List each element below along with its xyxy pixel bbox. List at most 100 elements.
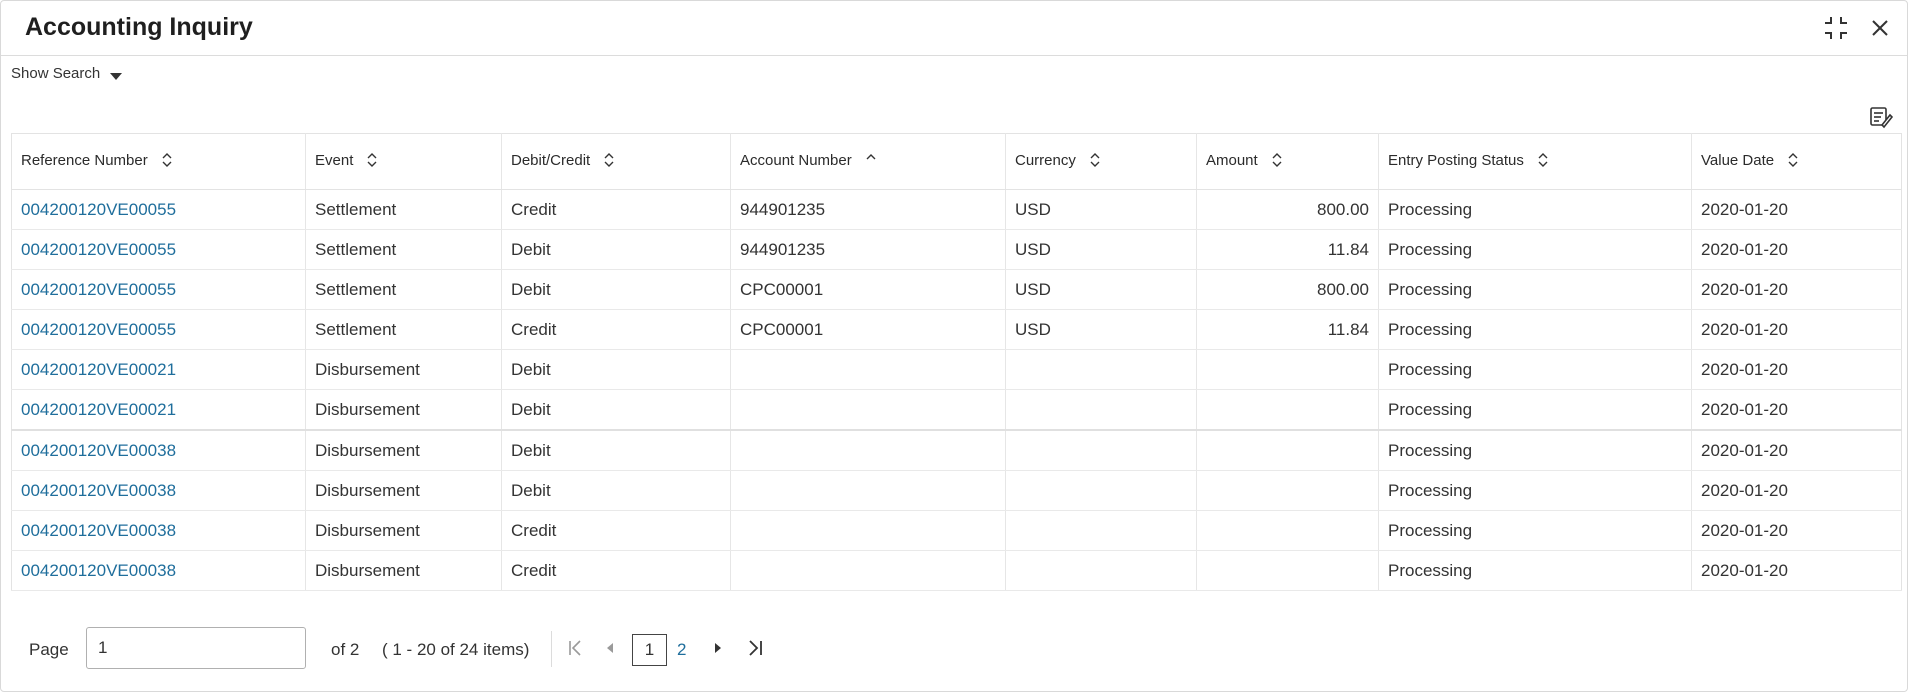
debit-credit-cell: Debit — [501, 229, 731, 270]
column-header-entry-posting-status[interactable]: Entry Posting Status — [1378, 133, 1692, 190]
column-header-debit-credit[interactable]: Debit/Credit — [501, 133, 731, 190]
account-number-cell: CPC00001 — [730, 309, 1006, 350]
event-cell: Settlement — [305, 189, 502, 230]
currency-cell — [1005, 510, 1197, 551]
reference-number-link[interactable]: 004200120VE00055 — [11, 189, 306, 230]
account-number-cell — [730, 389, 1006, 431]
amount-cell — [1196, 550, 1379, 591]
reference-number-link[interactable]: 004200120VE00021 — [11, 389, 306, 431]
reference-number-link[interactable]: 004200120VE00055 — [11, 269, 306, 310]
table-row: 004200120VE00038 Disbursement Debit Proc… — [11, 430, 1902, 471]
table-row: 004200120VE00038 Disbursement Credit Pro… — [11, 510, 1902, 551]
amount-cell — [1196, 389, 1379, 431]
page-number-input[interactable] — [86, 627, 306, 669]
value-date-cell: 2020-01-20 — [1691, 189, 1902, 230]
window-controls — [1823, 15, 1891, 41]
debit-credit-cell: Debit — [501, 269, 731, 310]
reference-number-link[interactable]: 004200120VE00055 — [11, 229, 306, 270]
amount-cell: 11.84 — [1196, 229, 1379, 270]
account-number-cell: 944901235 — [730, 229, 1006, 270]
sort-icon[interactable] — [1788, 152, 1798, 171]
amount-cell: 800.00 — [1196, 269, 1379, 310]
page-1-button[interactable]: 1 — [632, 634, 667, 666]
sort-icon[interactable] — [604, 152, 614, 171]
event-cell: Disbursement — [305, 349, 502, 390]
column-header-reference-number[interactable]: Reference Number — [11, 133, 306, 190]
previous-page-icon[interactable] — [604, 639, 616, 662]
caret-down-icon — [110, 73, 123, 80]
items-range-label: ( 1 - 20 of 24 items) — [382, 640, 530, 659]
debit-credit-cell: Debit — [501, 389, 731, 431]
show-search-toggle[interactable]: Show Search — [11, 65, 123, 82]
event-cell: Settlement — [305, 229, 502, 270]
column-header-value-date[interactable]: Value Date — [1691, 133, 1902, 190]
amount-cell — [1196, 349, 1379, 390]
entry-posting-status-cell: Processing — [1378, 430, 1692, 471]
table-row: 004200120VE00055 Settlement Debit CPC000… — [11, 269, 1902, 310]
reference-number-link[interactable]: 004200120VE00038 — [11, 510, 306, 551]
reference-number-link[interactable]: 004200120VE00038 — [11, 550, 306, 591]
debit-credit-cell: Credit — [501, 510, 731, 551]
column-header-event[interactable]: Event — [305, 133, 502, 190]
column-settings-icon[interactable] — [1869, 105, 1894, 134]
last-page-icon[interactable] — [747, 639, 763, 662]
sort-icon[interactable] — [1272, 152, 1282, 171]
value-date-cell: 2020-01-20 — [1691, 430, 1902, 471]
reference-number-link[interactable]: 004200120VE00038 — [11, 470, 306, 511]
close-icon[interactable] — [1869, 17, 1891, 39]
sort-icon[interactable] — [367, 152, 377, 171]
currency-cell: USD — [1005, 309, 1197, 350]
sort-ascending-icon[interactable] — [866, 153, 876, 171]
entry-posting-status-cell: Processing — [1378, 269, 1692, 310]
next-page-icon[interactable] — [712, 639, 724, 662]
reference-number-link[interactable]: 004200120VE00021 — [11, 349, 306, 390]
sort-icon[interactable] — [1538, 152, 1548, 171]
reference-number-link[interactable]: 004200120VE00038 — [11, 430, 306, 471]
sort-icon[interactable] — [1090, 152, 1100, 171]
pager-divider — [551, 631, 552, 667]
amount-cell: 11.84 — [1196, 309, 1379, 350]
table-row: 004200120VE00021 Disbursement Debit Proc… — [11, 349, 1902, 390]
column-header-currency[interactable]: Currency — [1005, 133, 1197, 190]
value-date-cell: 2020-01-20 — [1691, 470, 1902, 511]
total-pages-label: of 2 — [331, 640, 360, 659]
entry-posting-status-cell: Processing — [1378, 309, 1692, 350]
page-label: Page — [29, 640, 69, 659]
event-cell: Disbursement — [305, 389, 502, 431]
table-row: 004200120VE00055 Settlement Credit 94490… — [11, 189, 1902, 230]
currency-cell — [1005, 349, 1197, 390]
currency-cell — [1005, 430, 1197, 471]
sort-icon[interactable] — [162, 152, 172, 171]
table-header-row: Reference Number Event Debit/Credit Acco… — [11, 133, 1902, 190]
page-2-link[interactable]: 2 — [677, 640, 686, 660]
debit-credit-cell: Credit — [501, 189, 731, 230]
amount-cell — [1196, 510, 1379, 551]
event-cell: Settlement — [305, 309, 502, 350]
debit-credit-cell: Debit — [501, 349, 731, 390]
minimize-icon[interactable] — [1823, 15, 1849, 41]
currency-cell — [1005, 550, 1197, 591]
pagination-bar: Page of 2 ( 1 - 20 of 24 items) 1 2 — [1, 627, 1907, 671]
currency-cell — [1005, 470, 1197, 511]
first-page-icon[interactable] — [568, 639, 584, 662]
entry-posting-status-cell: Processing — [1378, 389, 1692, 431]
column-header-account-number[interactable]: Account Number — [730, 133, 1006, 190]
value-date-cell: 2020-01-20 — [1691, 510, 1902, 551]
accounting-entries-table: Reference Number Event Debit/Credit Acco… — [11, 133, 1902, 591]
column-header-amount[interactable]: Amount — [1196, 133, 1379, 190]
value-date-cell: 2020-01-20 — [1691, 349, 1902, 390]
table-row: 004200120VE00038 Disbursement Debit Proc… — [11, 470, 1902, 511]
show-search-label: Show Search — [11, 65, 101, 82]
debit-credit-cell: Debit — [501, 430, 731, 471]
entry-posting-status-cell: Processing — [1378, 470, 1692, 511]
window-title: Accounting Inquiry — [25, 13, 253, 41]
table-row: 004200120VE00055 Settlement Credit CPC00… — [11, 309, 1902, 350]
amount-cell: 800.00 — [1196, 189, 1379, 230]
entry-posting-status-cell: Processing — [1378, 229, 1692, 270]
currency-cell — [1005, 389, 1197, 431]
value-date-cell: 2020-01-20 — [1691, 269, 1902, 310]
account-number-cell — [730, 550, 1006, 591]
value-date-cell: 2020-01-20 — [1691, 309, 1902, 350]
table-row: 004200120VE00021 Disbursement Debit Proc… — [11, 389, 1902, 431]
reference-number-link[interactable]: 004200120VE00055 — [11, 309, 306, 350]
